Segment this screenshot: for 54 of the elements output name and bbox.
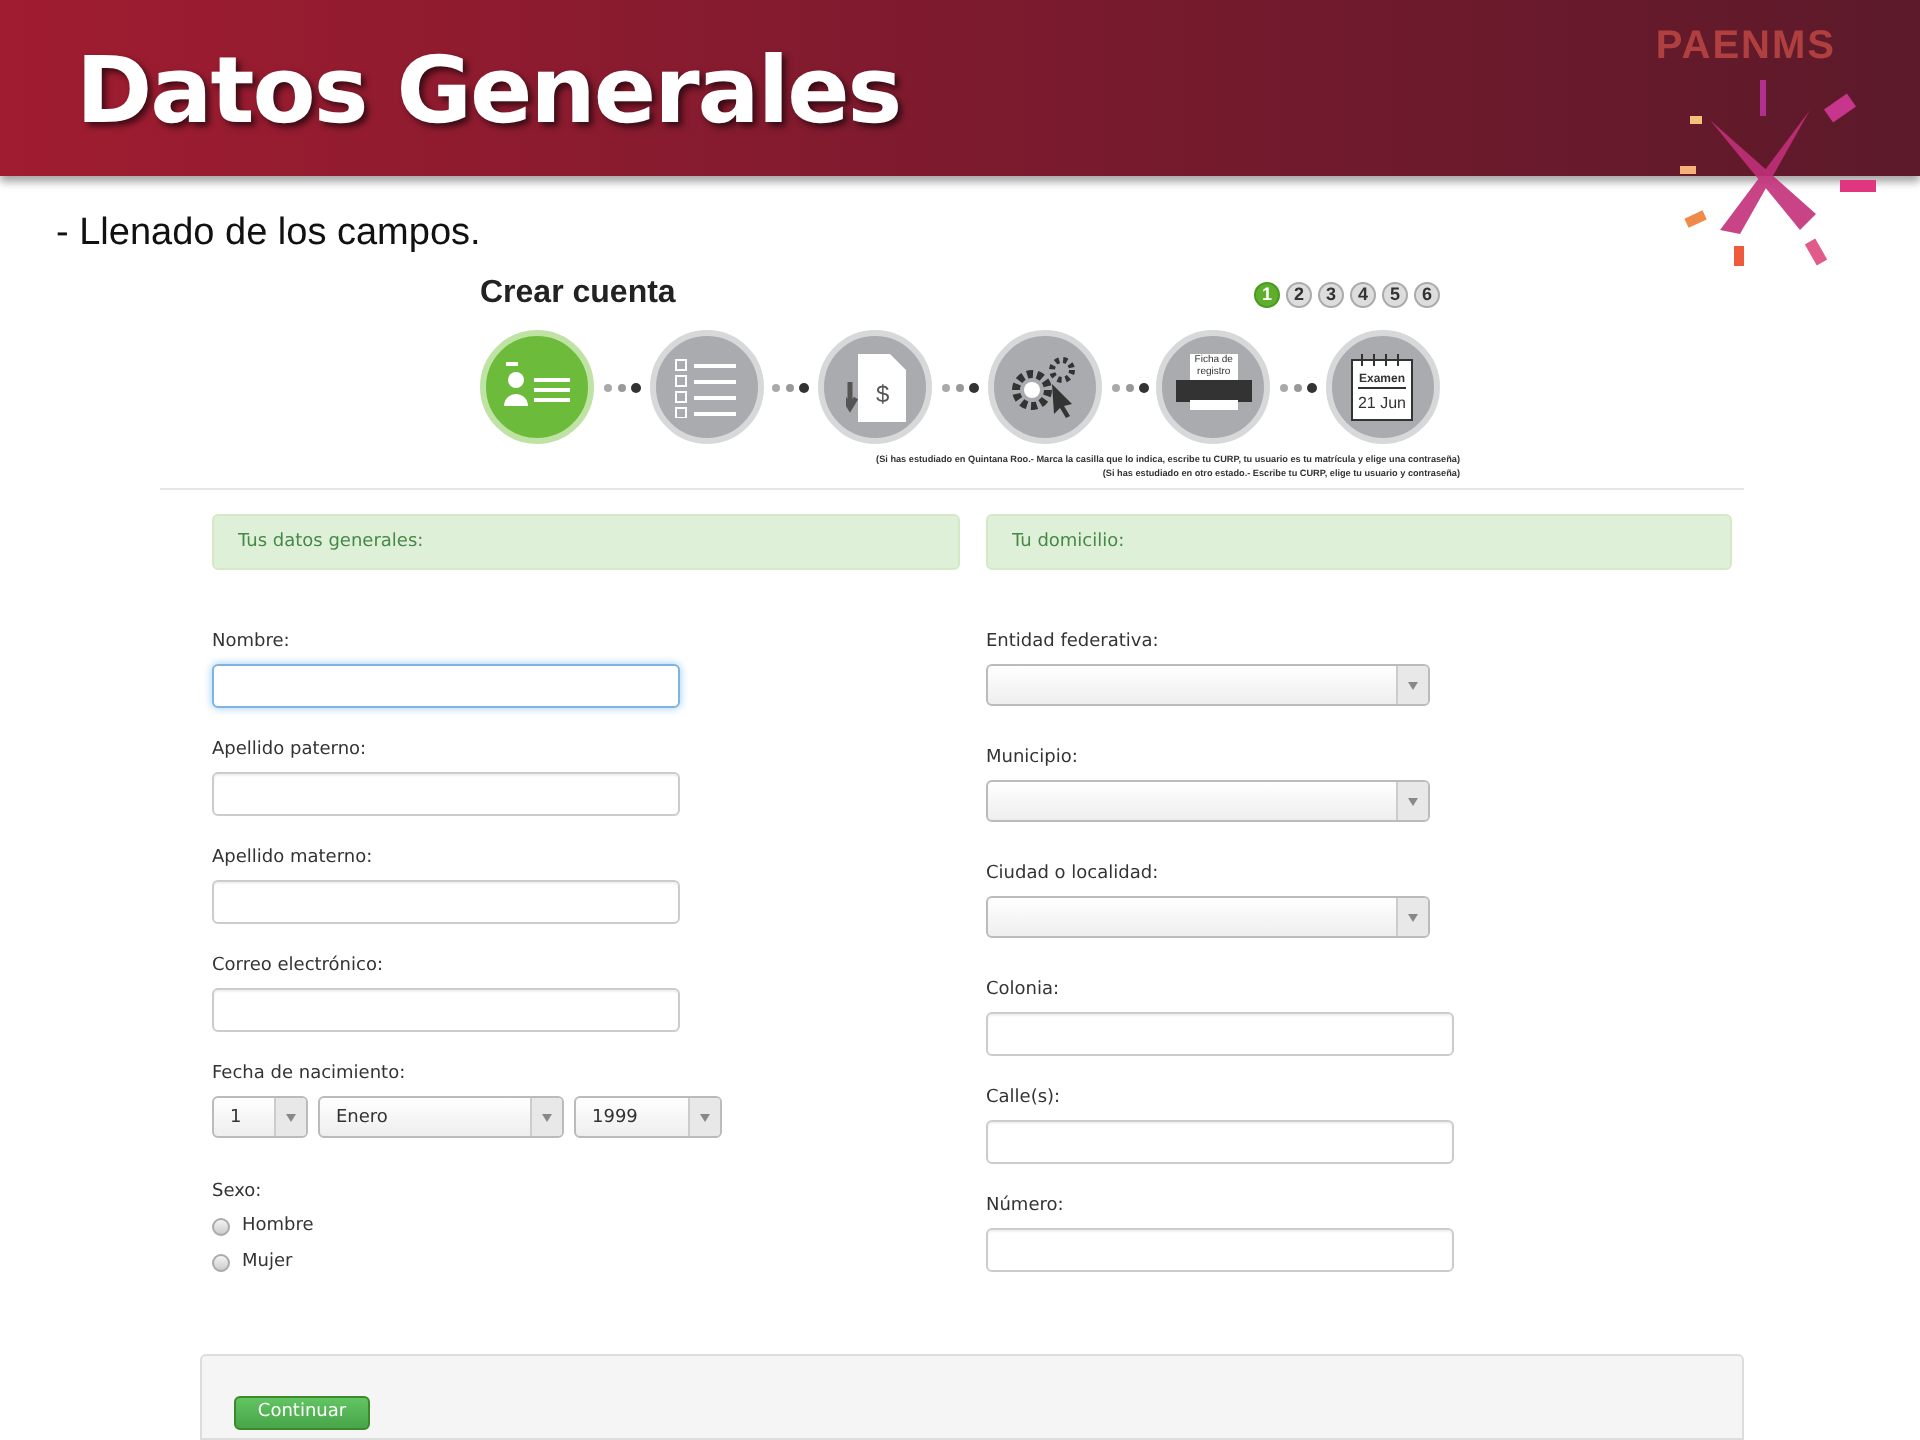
caret-icon xyxy=(1408,913,1418,922)
dots-icon xyxy=(770,381,811,394)
field-label: Nombre: xyxy=(212,630,292,655)
section-header: Tu domicilio: xyxy=(986,514,1732,571)
field-label: Colonia: xyxy=(986,978,1062,1003)
dots-icon xyxy=(939,381,980,394)
radio-button[interactable] xyxy=(212,1217,230,1236)
dropdown[interactable] xyxy=(986,664,1430,707)
radio-label: Mujer xyxy=(242,1252,293,1273)
dots-icon xyxy=(1109,381,1150,394)
dropdown[interactable] xyxy=(986,896,1430,939)
caret-icon xyxy=(1408,681,1418,690)
field-label: Sexo: xyxy=(212,1180,264,1205)
step-number: 5 xyxy=(1382,281,1408,308)
step-number: 2 xyxy=(1286,281,1312,308)
field-label: Ciudad o localidad: xyxy=(986,862,1161,887)
brand-name: PAENMS xyxy=(1655,24,1836,70)
field-label: Apellido materno: xyxy=(212,846,375,871)
field-label: Municipio: xyxy=(986,746,1080,771)
caret-icon xyxy=(700,1113,710,1122)
dropdown[interactable] xyxy=(986,780,1430,823)
text-field[interactable] xyxy=(212,880,680,925)
caret-icon xyxy=(542,1113,552,1122)
field-label: Calle(s): xyxy=(986,1086,1063,1111)
page-title: Crear cuenta xyxy=(480,276,676,313)
checklist-icon xyxy=(674,357,739,418)
step-number: 3 xyxy=(1318,281,1344,308)
text-field[interactable] xyxy=(212,988,680,1033)
gears-cursor-icon xyxy=(1008,355,1081,420)
text-field[interactable] xyxy=(986,1120,1454,1165)
step-number: 4 xyxy=(1350,281,1376,308)
step-number: 6 xyxy=(1414,281,1440,308)
text-field[interactable] xyxy=(986,1228,1454,1273)
field-label: Apellido paterno: xyxy=(212,738,369,763)
field-label: Correo electrónico: xyxy=(212,954,385,979)
field-label: Fecha de nacimiento: xyxy=(212,1062,408,1087)
text-field[interactable] xyxy=(212,664,680,709)
radio-label: Hombre xyxy=(242,1216,314,1237)
slide-subtitle: - Llenado de los campos. xyxy=(56,212,483,257)
section-header: Tus datos generales: xyxy=(212,514,960,571)
dropdown[interactable]: 1 xyxy=(212,1096,308,1139)
dropdown[interactable]: 1999 xyxy=(574,1096,722,1139)
text-field[interactable] xyxy=(212,772,680,817)
field-label: Número: xyxy=(986,1194,1066,1219)
dots-icon xyxy=(601,381,642,394)
step-number: 1 xyxy=(1254,281,1280,308)
dots-icon xyxy=(1278,381,1319,394)
radio-button[interactable] xyxy=(212,1253,230,1272)
caret-icon xyxy=(1408,797,1418,806)
slide-title: Datos Generales xyxy=(76,36,901,144)
text-field[interactable] xyxy=(986,1012,1454,1057)
caret-icon xyxy=(286,1113,296,1122)
field-label: Entidad federativa: xyxy=(986,630,1161,655)
dropdown[interactable]: Enero xyxy=(318,1096,564,1139)
